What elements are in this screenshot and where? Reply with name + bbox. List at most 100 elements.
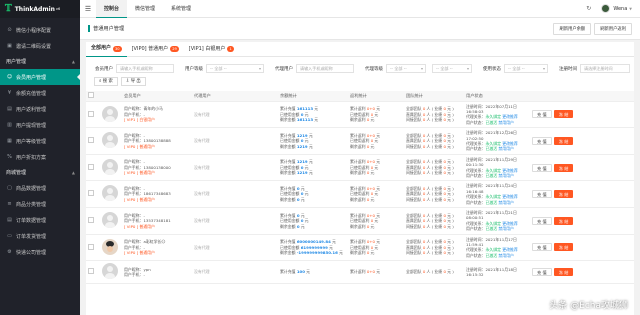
recharge-button[interactable]: 充 值	[532, 243, 552, 252]
member-user-input[interactable]: 请输入手机或昵称	[116, 64, 174, 73]
row-checkbox[interactable]	[88, 110, 94, 117]
row-checkbox[interactable]	[88, 268, 94, 275]
row-checkbox[interactable]	[88, 217, 94, 224]
avatar[interactable]	[601, 4, 611, 13]
freeze-button[interactable]: 冻 结	[553, 243, 574, 252]
change-referrer-link[interactable]: 更改推荐	[502, 114, 518, 119]
freeze-button[interactable]: 冻 结	[553, 163, 574, 172]
team-cell: 全部团队 0 人 ( 业绩 0 元 ) 直属团队 0 人 ( 业绩 0 元 ) …	[404, 101, 464, 129]
disable-user-link[interactable]: 禁用用户	[498, 200, 514, 205]
freeze-button[interactable]: 冻 结	[553, 216, 574, 225]
sidebar-item-shipping[interactable]: ▭ 订单发货管理	[0, 228, 80, 244]
refresh-icon[interactable]: ↻	[586, 5, 591, 12]
recharge-button[interactable]: 充 值	[532, 216, 552, 225]
brand[interactable]: 𝕋 ThinkAdmin v6	[0, 0, 80, 18]
change-referrer-link[interactable]: 更改推荐	[502, 168, 518, 173]
select-all-header[interactable]	[86, 91, 100, 102]
row-select-cell[interactable]	[86, 234, 100, 262]
tab-wechat[interactable]: 微信管理	[127, 0, 163, 18]
row-checkbox[interactable]	[88, 163, 94, 170]
tab-vip0-users[interactable]: [VIP0] 普通用户 29	[127, 42, 184, 57]
user-level-select[interactable]: -- 全部 --	[206, 64, 264, 73]
sidebar-item-member-users[interactable]: ☺ 会员用户管理	[0, 69, 80, 85]
refresh-rebate-button[interactable]: 刷新用户返利	[594, 22, 632, 35]
recharge-button[interactable]: 充 值	[532, 136, 552, 145]
status-select[interactable]: -- 全部 --	[504, 64, 548, 73]
agent-cell: 没有代理	[192, 180, 278, 208]
sidebar-item-user-discount[interactable]: % 用户折扣方案	[0, 149, 80, 165]
member-cell: 用户昵称：- 用户手机：13800138888 [ VIP0 ] 普通用户	[122, 127, 192, 155]
freeze-button[interactable]: 冻 结	[553, 267, 574, 276]
status-cell: 注册时间：2021年11月18日 16:15:32	[464, 260, 530, 284]
tab-all-users[interactable]: 全部用户 30	[86, 42, 127, 57]
row-checkbox[interactable]	[88, 190, 94, 197]
disable-user-link[interactable]: 禁用用户	[498, 173, 514, 178]
search-button[interactable]: ⌕ 搜 索	[94, 77, 118, 86]
row-select-cell[interactable]	[86, 207, 100, 235]
username[interactable]: Wena	[613, 6, 627, 12]
sidebar-item-user-rebate[interactable]: ▤ 用户返利管理	[0, 101, 80, 117]
sidebar-group-mall[interactable]: 商城管理 ▲	[0, 165, 80, 180]
perf-label: 人 ( 业绩	[425, 244, 444, 250]
sidebar-item-qrcode[interactable]: ▣ 邀请二维码设置	[0, 38, 80, 54]
sidebar-item-balance-recharge[interactable]: ¥ 余额充值管理	[0, 85, 80, 101]
freeze-button[interactable]: 冻 结	[553, 110, 574, 119]
row-checkbox[interactable]	[88, 243, 94, 250]
row-select-cell[interactable]	[86, 260, 100, 284]
sidebar-item-express[interactable]: ⚙ 快递公司管理	[0, 244, 80, 260]
sidebar-item-wechat-miniapp[interactable]: ⊙ 微信小程序配置	[0, 22, 80, 38]
menu-toggle-icon[interactable]: ☰	[80, 5, 96, 13]
change-referrer-link[interactable]: 更改推荐	[502, 247, 518, 252]
row-select-cell[interactable]	[86, 154, 100, 182]
sidebar-item-label: 商品分类管理	[16, 201, 47, 208]
unit: 元 )	[445, 111, 454, 117]
disable-user-link[interactable]: 禁用用户	[498, 226, 514, 231]
agent-level-select[interactable]: -- 全部 --	[386, 64, 426, 73]
row-select-cell[interactable]	[86, 180, 100, 208]
change-referrer-link[interactable]: 更改推荐	[502, 221, 518, 226]
tab-vip1-users[interactable]: [VIP1] 白银用户 1	[184, 42, 239, 57]
refresh-balance-button[interactable]: 刷新用户余额	[553, 22, 592, 35]
direct-team-label: 直属团队	[406, 164, 423, 170]
recharge-button[interactable]: 充 值	[532, 163, 552, 172]
indirect-team-label: 间接团队	[406, 196, 423, 202]
unit: 元	[327, 244, 333, 250]
sidebar-group-users[interactable]: 用户管理 ▲	[0, 54, 80, 69]
register-date-input[interactable]: 请选择注册时间	[580, 64, 630, 73]
avatar	[102, 238, 118, 255]
recharge-button[interactable]: 充 值	[532, 110, 552, 119]
indirect-team-label: 间接团队	[406, 223, 423, 229]
sidebar-item-category[interactable]: ≡ 商品分类管理	[0, 196, 80, 212]
sidebar-item-label: 余额充值管理	[16, 90, 47, 97]
row-select-cell[interactable]	[86, 127, 100, 155]
row-checkbox[interactable]	[88, 137, 94, 144]
tab-system[interactable]: 系统管理	[163, 0, 199, 18]
disable-user-link[interactable]: 禁用用户	[498, 146, 514, 151]
recharge-button[interactable]: 充 值	[532, 190, 552, 199]
register-time: 注册时间：2021年11月29日 00:11:30	[466, 156, 517, 168]
freeze-button[interactable]: 冻 结	[553, 190, 574, 199]
disable-user-link[interactable]: 禁用用户	[498, 120, 514, 125]
chevron-down-icon[interactable]: ▼	[629, 7, 632, 11]
tab-console[interactable]: 控制台	[96, 0, 128, 18]
select-all-checkbox[interactable]	[88, 92, 94, 99]
row-select-cell[interactable]	[86, 101, 100, 129]
avatar	[102, 185, 118, 202]
unit: 元	[375, 106, 381, 112]
sidebar-item-user-level[interactable]: ▦ 用户等级管理	[0, 133, 80, 149]
active-status: 已激活	[485, 119, 498, 125]
status-cell: 注册时间：2021年12月26日 17:02:50 代理关系：永久绑定 更改推荐…	[464, 127, 530, 155]
freeze-button[interactable]: 冻 结	[553, 136, 574, 145]
disable-user-link[interactable]: 禁用用户	[498, 253, 514, 258]
relation-status: 永久绑定	[485, 114, 502, 120]
recharge-button[interactable]: 充 值	[532, 267, 552, 276]
export-button[interactable]: ⇩ 导 出	[120, 77, 146, 86]
change-referrer-link[interactable]: 更改推荐	[502, 194, 518, 199]
sidebar-item-goods[interactable]: ▢ 商品数据管理	[0, 180, 80, 196]
extra-select[interactable]: -- 全部 --	[432, 64, 472, 73]
top-bar: ☰ 控制台 微信管理 系统管理 ↻ Wena ▼	[80, 0, 640, 18]
agent-user-input[interactable]: 请输入手机或昵称	[296, 64, 354, 73]
sidebar-item-user-withdraw[interactable]: ▥ 用户提现管理	[0, 117, 80, 133]
change-referrer-link[interactable]: 更改推荐	[502, 141, 518, 146]
sidebar-item-orders[interactable]: ▤ 订单数据管理	[0, 212, 80, 228]
